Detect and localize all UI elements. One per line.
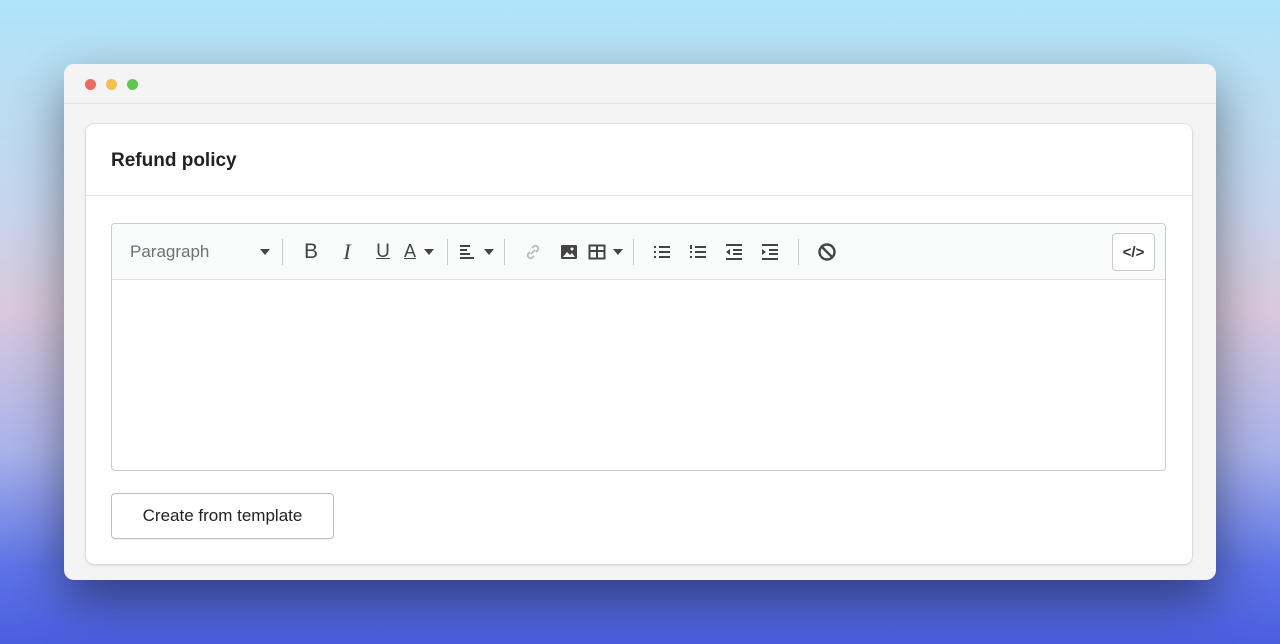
image-icon [561,244,577,259]
link-button[interactable] [515,237,551,267]
bold-button[interactable]: B [293,237,329,267]
outdent-icon [726,243,742,260]
refund-policy-card: Refund policy Paragraph B I U A </> Crea… [86,124,1192,564]
image-button[interactable] [551,237,587,267]
format-select[interactable]: Paragraph [130,242,272,262]
divider [447,238,448,265]
text-color-icon: A [403,241,416,261]
numbered-list-button[interactable] [680,237,716,267]
link-icon [526,244,540,259]
underline-button[interactable]: U [365,237,401,267]
chevron-down-icon [613,248,623,255]
numbered-list-icon [690,244,706,258]
divider [798,238,799,265]
italic-button[interactable]: I [329,237,365,267]
bullet-list-button[interactable] [644,237,680,267]
close-window-button[interactable] [85,79,96,90]
bullet-list-icon [654,245,670,258]
align-left-icon [460,244,474,259]
editor-content-area[interactable] [112,280,1165,470]
maximize-window-button[interactable] [127,79,138,90]
table-icon [588,244,606,259]
align-button[interactable] [458,237,494,267]
minimize-window-button[interactable] [106,79,117,90]
code-view-button[interactable]: </> [1112,233,1155,271]
divider [504,238,505,265]
divider [633,238,634,265]
card-title: Refund policy [86,124,1192,196]
chevron-down-icon [484,248,494,255]
rich-text-editor: Paragraph B I U A </> [111,223,1166,471]
editor-toolbar: Paragraph B I U A </> [112,224,1165,280]
text-color-button[interactable]: A [401,237,437,267]
block-icon [818,242,836,261]
indent-button[interactable] [752,237,788,267]
table-button[interactable] [587,237,623,267]
app-window: Refund policy Paragraph B I U A </> Crea… [64,64,1216,580]
divider [282,238,283,265]
clear-formatting-button[interactable] [809,237,845,267]
format-select-value: Paragraph [130,241,210,261]
create-from-template-button[interactable]: Create from template [111,493,334,539]
title-bar [64,64,1216,104]
outdent-button[interactable] [716,237,752,267]
chevron-down-icon [424,248,434,255]
chevron-down-icon [260,248,270,255]
indent-icon [762,243,778,260]
